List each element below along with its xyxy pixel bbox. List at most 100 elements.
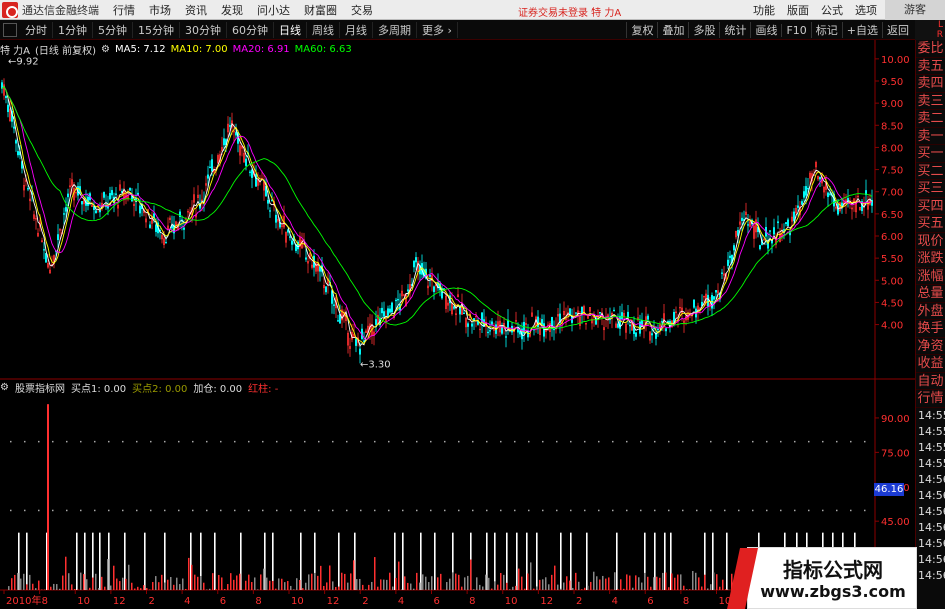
candle-body [553, 328, 555, 331]
candle-body [487, 331, 489, 334]
histogram-bar [275, 588, 277, 590]
tab-30min[interactable]: 30分钟 [180, 21, 227, 38]
draw-button[interactable]: 画线 [750, 22, 781, 38]
tab-1min[interactable]: 1分钟 [53, 21, 93, 38]
ma10-line [1, 85, 873, 345]
reference-dot [500, 509, 502, 512]
candle-body [827, 192, 829, 197]
menu-item-trade[interactable]: 交易 [351, 2, 373, 18]
histogram-bar [692, 570, 694, 590]
reference-dot [822, 509, 824, 512]
candle-body [759, 245, 761, 250]
reference-dot [192, 440, 194, 443]
back-button[interactable]: 返回 [882, 22, 913, 38]
reference-dot [710, 509, 712, 512]
tab-more[interactable]: 更多 › [417, 21, 458, 38]
tab-60min[interactable]: 60分钟 [227, 21, 274, 38]
histogram-bar [113, 565, 115, 590]
menu-item-quotes[interactable]: 行情 [113, 2, 135, 18]
overlay-button[interactable]: 叠加 [657, 22, 688, 38]
histogram-bar [290, 585, 292, 590]
indicator-axis-label: 90.00 [881, 414, 910, 425]
indicator-value-badge: 46.16 [874, 483, 904, 496]
tab-monthly[interactable]: 月线 [340, 21, 373, 38]
tab-intraday[interactable]: 分时 [20, 21, 53, 38]
settings-icon[interactable]: ⚙ [101, 44, 110, 55]
menu-item-wealth[interactable]: 财富圈 [304, 2, 337, 18]
reference-dot [136, 440, 138, 443]
histogram-bar [203, 582, 205, 590]
mark-button[interactable]: 标记 [810, 22, 842, 38]
date-axis-label: 10 [505, 596, 518, 607]
chart-canvas[interactable]: 10.00 9.50 9.00 8.50 8.00 7.50 7.00 6.50 6.00 5.5… [0, 40, 915, 609]
histogram-bar [602, 575, 604, 590]
histogram-bar [569, 580, 571, 590]
histogram-bar [344, 573, 346, 590]
reference-dot [108, 440, 110, 443]
menu-item-news[interactable]: 资讯 [185, 2, 207, 18]
histogram-bar [380, 579, 382, 590]
menu-options[interactable]: 选项 [855, 2, 877, 18]
reference-dot [66, 440, 68, 443]
histogram-bar [383, 579, 385, 590]
histogram-bar [533, 588, 535, 590]
ma5-line [1, 85, 873, 347]
reference-dot [332, 440, 334, 443]
menu-formula[interactable]: 公式 [821, 2, 843, 18]
f10-button[interactable]: F10 [781, 23, 810, 37]
stats-button[interactable]: 统计 [719, 22, 750, 38]
reference-dot [206, 440, 208, 443]
tab-weekly[interactable]: 周线 [307, 21, 340, 38]
candle-body [629, 324, 631, 327]
tab-15min[interactable]: 15分钟 [133, 21, 180, 38]
menu-function[interactable]: 功能 [753, 2, 775, 18]
add-watchlist-button[interactable]: +自选 [841, 22, 882, 38]
tab-5min[interactable]: 5分钟 [93, 21, 133, 38]
histogram-bar [668, 587, 670, 590]
candle-body [727, 259, 729, 266]
histogram-bar [293, 589, 295, 590]
reference-dot [486, 440, 488, 443]
guest-button[interactable]: 游客 [885, 0, 945, 20]
reference-dot [360, 509, 362, 512]
histogram-bar [14, 574, 16, 590]
menu-layout[interactable]: 版面 [787, 2, 809, 18]
histogram-bar [656, 576, 658, 590]
histogram-bar [440, 573, 442, 590]
menu-item-ask[interactable]: 问小达 [257, 2, 290, 18]
tab-multi-period[interactable]: 多周期 [373, 21, 417, 38]
login-status: 证券交易未登录 特 力A [518, 8, 622, 19]
histogram-bar [431, 576, 433, 590]
signal-bar [586, 532, 588, 590]
reference-dot [682, 440, 684, 443]
reference-dot [178, 509, 180, 512]
redcol-label: 红柱: - [248, 383, 279, 395]
candle-body [275, 214, 277, 223]
histogram-bar [116, 578, 118, 590]
price-axis-label: 7.50 [881, 166, 903, 177]
menu-item-discover[interactable]: 发现 [221, 2, 243, 18]
candle-body [333, 304, 335, 306]
reference-dot [24, 440, 26, 443]
indicator-name: 股票指标网 [14, 383, 65, 395]
indicator-axis-label: 75.00 [881, 448, 910, 459]
candle-body [783, 229, 785, 231]
price-axis-label: 10.00 [881, 55, 910, 66]
tab-daily[interactable]: 日线 [274, 21, 307, 38]
adjust-button[interactable]: 复权 [626, 22, 657, 38]
histogram-bar [158, 582, 160, 590]
histogram-bar [278, 578, 280, 590]
multi-stock-button[interactable]: 多股 [688, 22, 719, 38]
reference-dot [416, 440, 418, 443]
histogram-bar [524, 588, 526, 590]
reference-dot [640, 509, 642, 512]
histogram-bar [584, 587, 586, 590]
candle-body [291, 240, 293, 245]
indicator-settings-icon[interactable]: ⚙ [0, 382, 9, 393]
app-window: 通达信金融终端 行情 市场 资讯 发现 问小达 财富圈 交易 证券交易未登录 特… [0, 0, 945, 609]
candle-body [81, 201, 83, 205]
lock-icon[interactable] [3, 22, 17, 37]
candle-body [7, 104, 9, 113]
menu-item-market[interactable]: 市场 [149, 2, 171, 18]
candle-body [489, 330, 491, 332]
